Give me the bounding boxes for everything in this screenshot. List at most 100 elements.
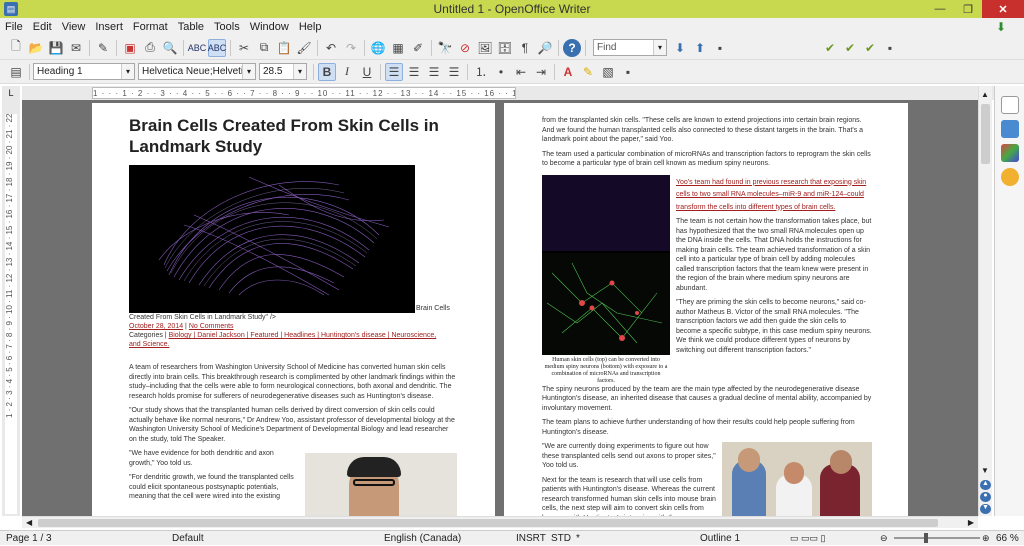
vertical-ruler[interactable]: 1 · 2 · 3 · 4 · 5 · 6 · 7 · 8 · 9 · 10 ·…: [2, 100, 20, 516]
paragraph-p2-2[interactable]: Yoo's team had found in previous researc…: [676, 179, 866, 211]
zoom-slider-handle[interactable]: [924, 533, 928, 543]
italic-icon[interactable]: I: [338, 63, 356, 81]
comments-link[interactable]: No Comments: [189, 323, 234, 330]
menu-window[interactable]: Window: [245, 21, 294, 33]
redo-icon[interactable]: ↷: [342, 39, 360, 57]
reject-change-icon[interactable]: ✔: [861, 39, 879, 57]
view-layout-icon[interactable]: ▭ ▭▭ ▯: [790, 531, 825, 546]
next-page-icon[interactable]: ▼: [980, 504, 991, 514]
scrollbar-thumb[interactable]: [981, 104, 990, 164]
page-2[interactable]: from the transplanted skin cells. "These…: [504, 103, 908, 516]
highlight-icon[interactable]: ✎: [579, 63, 597, 81]
horizontal-ruler[interactable]: 1 · · · 1 · 2 · · 3 · · 4 · · 5 · · 6 · …: [22, 86, 1000, 100]
accept-all-icon[interactable]: ✔: [841, 39, 859, 57]
horizontal-scrollbar[interactable]: ◀ ▶: [22, 516, 978, 528]
export-pdf-icon[interactable]: ▣: [121, 39, 139, 57]
menu-format[interactable]: Format: [128, 21, 173, 33]
gallery-sidebar-icon[interactable]: [1000, 144, 1019, 162]
paragraph-style-select[interactable]: Heading 1 ▾: [33, 63, 135, 80]
page-1[interactable]: Brain Cells Created From Skin Cells in L…: [92, 103, 495, 516]
table-icon[interactable]: ▦: [389, 39, 407, 57]
selection-mode[interactable]: STD: [551, 531, 571, 546]
background-color-icon[interactable]: ▧: [599, 63, 617, 81]
language[interactable]: English (Canada): [384, 531, 461, 546]
categories-links[interactable]: Biology | Daniel Jackson | Featured | He…: [169, 332, 437, 339]
menu-tools[interactable]: Tools: [209, 21, 245, 33]
scroll-up-icon[interactable]: ▲: [981, 90, 990, 100]
open-icon[interactable]: 📂: [27, 39, 45, 57]
microscopy-image[interactable]: [542, 174, 670, 355]
app-icon[interactable]: ▤: [4, 2, 18, 16]
accept-change-icon[interactable]: ✔: [821, 39, 839, 57]
menu-help[interactable]: Help: [294, 21, 327, 33]
help-icon[interactable]: ?: [563, 38, 581, 57]
bold-icon[interactable]: B: [318, 62, 336, 81]
close-icon[interactable]: ✕: [982, 0, 1024, 18]
brain-image[interactable]: [129, 165, 415, 313]
align-center-icon[interactable]: ☰: [405, 63, 423, 81]
font-size-select[interactable]: 28.5 ▾: [259, 63, 307, 80]
navigator-icon[interactable]: ⊘: [456, 39, 474, 57]
copy-icon[interactable]: ⧉: [255, 39, 273, 57]
find-replace-icon[interactable]: 🔭: [436, 39, 454, 57]
font-color-icon[interactable]: A: [559, 63, 577, 81]
find-previous-icon[interactable]: ⬆: [691, 39, 709, 57]
post-date-link[interactable]: October 28, 2014: [129, 323, 183, 330]
zoom-out-icon[interactable]: ⊖: [880, 531, 888, 546]
toolbar-options-icon-3[interactable]: ▪: [619, 63, 637, 81]
decrease-indent-icon[interactable]: ⇤: [512, 63, 530, 81]
chevron-down-icon[interactable]: ▾: [242, 64, 255, 79]
find-dropdown-icon[interactable]: ▾: [653, 40, 666, 55]
zoom-in-icon[interactable]: ⊕: [982, 531, 990, 546]
horizontal-scrollbar-thumb[interactable]: [38, 519, 938, 527]
cut-icon[interactable]: ✂: [235, 39, 253, 57]
zoom-slider[interactable]: [894, 533, 980, 543]
gallery-icon[interactable]: 🖼: [476, 39, 494, 57]
categories-end[interactable]: and Science.: [129, 341, 169, 348]
page-count[interactable]: Page 1 / 3: [6, 531, 52, 546]
paragraph-3[interactable]: "We have evidence for both dendritic and…: [129, 449, 297, 468]
find-next-icon[interactable]: ⬇: [671, 39, 689, 57]
paragraph-p2-6[interactable]: The team plans to achieve further unders…: [542, 418, 872, 437]
show-draw-functions-icon[interactable]: ✐: [409, 39, 427, 57]
spellcheck-icon[interactable]: ABC: [188, 39, 207, 57]
toolbar-options-icon[interactable]: ▪: [711, 39, 729, 57]
save-icon[interactable]: 💾: [47, 39, 65, 57]
clone-formatting-icon[interactable]: 🖌: [295, 39, 313, 57]
menu-table[interactable]: Table: [173, 21, 209, 33]
email-icon[interactable]: ✉: [67, 39, 85, 57]
paragraph-2[interactable]: "Our study shows that the transplanted h…: [129, 406, 457, 444]
menu-view[interactable]: View: [57, 21, 91, 33]
font-name-select[interactable]: Helvetica Neue;Helvetica ▾: [138, 63, 256, 80]
print-icon[interactable]: ⎙: [141, 39, 159, 57]
article-headline[interactable]: Brain Cells Created From Skin Cells in L…: [129, 115, 457, 157]
page-style[interactable]: Default: [172, 531, 204, 546]
justify-icon[interactable]: ☰: [445, 63, 463, 81]
edit-file-icon[interactable]: ✎: [94, 39, 112, 57]
restore-icon[interactable]: ❐: [954, 0, 982, 18]
underline-icon[interactable]: U: [358, 63, 376, 81]
vertical-scrollbar[interactable]: ▲ ▼ ▲ ● ▼: [978, 86, 992, 516]
menu-file[interactable]: File: [0, 21, 28, 33]
paragraph-p2-1[interactable]: The team used a particular combination o…: [542, 150, 872, 169]
formatting-marks-icon[interactable]: ¶: [516, 39, 534, 57]
zoom-level[interactable]: 66 %: [996, 531, 1019, 546]
undo-icon[interactable]: ↶: [322, 39, 340, 57]
align-left-icon[interactable]: ☰: [385, 62, 403, 81]
scroll-left-icon[interactable]: ◀: [26, 518, 32, 527]
increase-indent-icon[interactable]: ⇥: [532, 63, 550, 81]
styles-icon[interactable]: [1000, 120, 1019, 138]
chevron-down-icon[interactable]: ▾: [293, 64, 306, 79]
paragraph-p2-5[interactable]: The spiny neurons produced by the team a…: [542, 385, 872, 414]
scroll-down-icon[interactable]: ▼: [981, 466, 990, 476]
new-document-icon[interactable]: 🗋: [7, 39, 25, 57]
autospellcheck-icon[interactable]: ABC: [208, 38, 226, 57]
menu-insert[interactable]: Insert: [90, 21, 128, 33]
numbering-icon[interactable]: ⒈: [472, 63, 490, 81]
team-photo[interactable]: [722, 442, 872, 516]
properties-icon[interactable]: [1000, 96, 1019, 114]
minimize-icon[interactable]: —: [926, 0, 954, 18]
scroll-right-icon[interactable]: ▶: [968, 518, 974, 527]
zoom-icon[interactable]: 🔎: [536, 39, 554, 57]
navigator-sidebar-icon[interactable]: [1000, 168, 1019, 186]
